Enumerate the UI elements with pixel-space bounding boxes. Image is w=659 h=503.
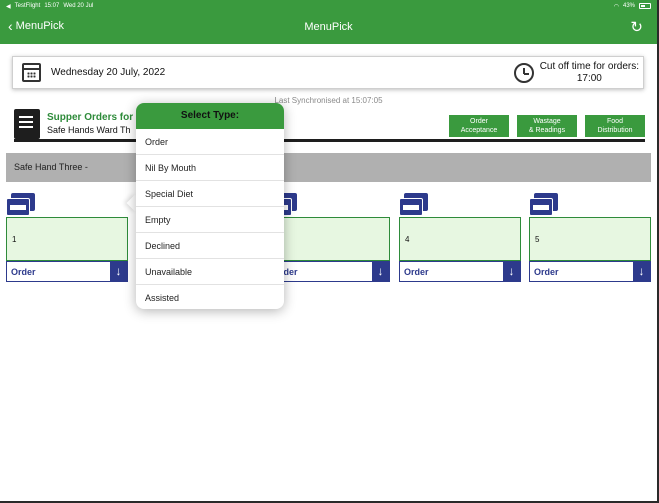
option-assisted[interactable]: Assisted [136,285,284,309]
status-app: TestFlight [14,3,41,9]
order-acceptance-line1: Order [470,118,488,125]
order-type-label: Order [534,267,559,277]
bed-card[interactable]: 5 Order ↓ [529,193,651,282]
wastage-readings-line1: Wastage [533,118,561,125]
wastage-readings-button[interactable]: Wastage & Readings [517,115,577,137]
order-type-label: Order [404,267,429,277]
bed-icon [399,193,428,216]
food-distribution-button[interactable]: Food Distribution [585,115,645,137]
arrow-down-icon[interactable]: ↓ [503,262,520,281]
status-time: 15:07 [44,3,60,9]
bed-icon [6,193,35,216]
wifi-icon: ◠ [613,3,619,10]
order-type-select[interactable]: Order ↓ [268,261,390,282]
date-bar: Wednesday 20 July, 2022 Cut off time for… [12,56,644,89]
current-date: Wednesday 20 July, 2022 [51,67,166,78]
order-acceptance-button[interactable]: Order Acceptance [449,115,509,137]
bed-number-box[interactable]: 1 [6,217,128,261]
bed-card[interactable]: Order ↓ [268,193,390,282]
status-date: Wed 20 Jul [63,3,94,9]
header-divider [14,139,645,142]
option-unavailable[interactable]: Unavailable [136,259,284,285]
option-order[interactable]: Order [136,129,284,155]
calendar-icon[interactable] [22,63,41,82]
page-title: Supper Orders for [47,112,134,123]
bed-number: 4 [405,235,410,244]
wastage-readings-line2: & Readings [528,127,566,134]
bed-number-box[interactable]: 4 [399,217,521,261]
option-declined[interactable]: Declined [136,233,284,259]
food-distribution-line1: Food [607,118,623,125]
refresh-icon[interactable]: ↻ [630,18,643,36]
battery-percent: 43% [622,3,635,9]
cutoff-time: 17:00 [576,73,602,84]
bed-icon [529,193,558,216]
bed-number: 1 [12,235,17,244]
ward-name: Safe Hands Ward Th [47,125,131,135]
popover-title: Select Type: [136,103,284,129]
status-bar: ◀ TestFlight 15:07 Wed 20 Jul ◠ 43% [0,0,657,12]
select-type-popover: Select Type: Order Nil By Mouth Special … [136,103,284,309]
arrow-down-icon[interactable]: ↓ [372,262,389,281]
food-distribution-line2: Distribution [597,127,633,134]
menu-document-icon [14,109,40,139]
order-acceptance-line2: Acceptance [460,127,498,134]
bed-card[interactable]: 1 Order ↓ [6,193,128,282]
ward-group-bar: Safe Hand Three - [6,153,651,182]
order-type-select[interactable]: Order ↓ [6,261,128,282]
cutoff-label: Cut off time for orders: [539,61,639,72]
clock-icon [514,63,534,83]
ward-group-label: Safe Hand Three - [14,162,88,172]
sync-status: Last Synchronised at 15:07:05 [274,96,383,105]
bed-number-box[interactable]: 5 [529,217,651,261]
arrow-down-icon[interactable]: ↓ [110,262,127,281]
order-type-select[interactable]: Order ↓ [529,261,651,282]
app-screen: ◀ TestFlight 15:07 Wed 20 Jul ◠ 43% ‹ Me… [0,0,659,503]
option-special-diet[interactable]: Special Diet [136,181,284,207]
bed-number: 5 [535,235,540,244]
bed-card[interactable]: 4 Order ↓ [399,193,521,282]
battery-icon [639,3,651,9]
order-type-select[interactable]: Order ↓ [399,261,521,282]
nav-title: MenuPick [304,21,353,33]
nav-bar: ‹ MenuPick MenuPick ↻ [0,12,657,44]
order-type-label: Order [11,267,36,277]
back-app-icon: ◀ [6,3,11,10]
bed-number-box[interactable] [268,217,390,261]
cutoff-info: Cut off time for orders: 17:00 [540,61,639,85]
option-nil-by-mouth[interactable]: Nil By Mouth [136,155,284,181]
arrow-down-icon[interactable]: ↓ [633,262,650,281]
option-empty[interactable]: Empty [136,207,284,233]
